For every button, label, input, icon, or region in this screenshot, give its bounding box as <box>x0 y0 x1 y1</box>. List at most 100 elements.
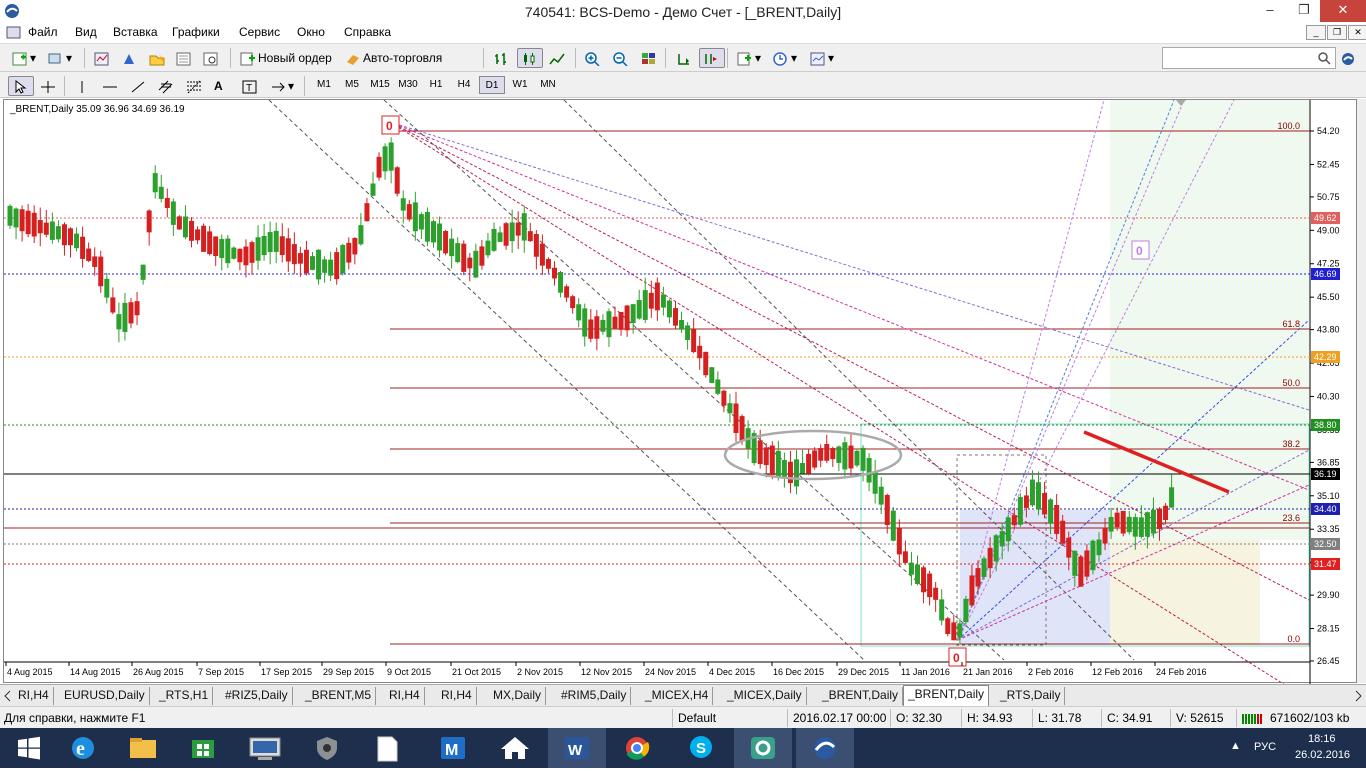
tab-chart[interactable]: _MICEX,H4 <box>641 687 714 705</box>
menu-help[interactable]: Справка <box>344 25 391 39</box>
menu-file[interactable]: Файл <box>28 25 58 39</box>
new-order-button[interactable]: Новый ордер <box>236 48 336 68</box>
tab-chart[interactable]: RI,H4 <box>14 687 54 705</box>
menu-view[interactable]: Вид <box>75 25 97 39</box>
explorer-taskbar-icon[interactable] <box>114 728 172 768</box>
bar-chart-button[interactable] <box>489 48 515 68</box>
document-taskbar-icon[interactable] <box>358 728 416 768</box>
candle-body <box>509 222 515 242</box>
mdi-restore-button[interactable]: ❐ <box>1327 25 1347 40</box>
tray-time[interactable]: 18:16 <box>1308 733 1336 745</box>
new-chart-button[interactable]: ▾ <box>8 48 40 68</box>
tf-m1[interactable]: M1 <box>311 76 337 94</box>
vertical-line-tool[interactable] <box>70 76 96 96</box>
tray-language[interactable]: РУС <box>1254 741 1276 753</box>
channel-tool[interactable] <box>154 76 180 96</box>
zoom-out-button[interactable] <box>609 48 635 68</box>
tray-date[interactable]: 26.02.2016 <box>1295 749 1350 761</box>
line-chart-button[interactable] <box>545 48 571 68</box>
tab-chart[interactable]: RI,H4 <box>437 687 477 705</box>
chart-shift-button[interactable] <box>699 48 725 68</box>
tf-mn[interactable]: MN <box>535 76 561 94</box>
metatrader-taskbar-icon[interactable] <box>796 728 854 768</box>
skype-taskbar-icon[interactable]: S <box>672 728 730 768</box>
price-tick-label: 33.35 <box>1317 524 1340 534</box>
tab-chart[interactable]: _RTS,H1 <box>155 687 214 705</box>
lenovo-taskbar-icon[interactable] <box>236 728 294 768</box>
price-chart[interactable]: 100.0 61.8 50.0 38.2 23.6 0.0 0 0 0 _BRENT,Daily … <box>4 100 1358 684</box>
home-taskbar-icon[interactable] <box>486 728 544 768</box>
trendline-tool[interactable] <box>126 76 152 96</box>
tray-arrow-icon[interactable]: ▲ <box>1230 740 1241 752</box>
market-watch-button[interactable] <box>90 48 116 68</box>
tab-chart[interactable]: MX,Daily <box>489 687 547 705</box>
cursor-tool[interactable] <box>8 76 34 96</box>
tf-m5[interactable]: M5 <box>339 76 365 94</box>
tab-chart[interactable]: RI,H4 <box>385 687 425 705</box>
terminal-button[interactable] <box>172 48 198 68</box>
vertical-scrollbar[interactable] <box>1357 99 1366 683</box>
auto-trading-button[interactable]: Авто-торговля <box>341 48 446 68</box>
store-taskbar-icon[interactable] <box>174 728 232 768</box>
tab-chart[interactable]: _BRENT,Daily <box>818 687 904 705</box>
text-tool[interactable]: A <box>210 76 227 96</box>
tf-w1[interactable]: W1 <box>507 76 533 94</box>
maximize-button[interactable]: ❐ <box>1287 0 1321 22</box>
security-taskbar-icon[interactable] <box>298 728 356 768</box>
tf-m30[interactable]: M30 <box>395 76 421 94</box>
search-input[interactable] <box>1162 47 1336 69</box>
candle-body <box>1084 550 1090 577</box>
menu-tools[interactable]: Сервис <box>239 25 280 39</box>
data-window-button[interactable] <box>118 48 144 68</box>
quik-taskbar-icon[interactable] <box>734 728 792 768</box>
tab-chart-active[interactable]: _BRENT,Daily <box>903 685 990 706</box>
minimize-button[interactable]: – <box>1253 0 1287 22</box>
mail-taskbar-icon[interactable]: M <box>424 728 482 768</box>
start-button[interactable] <box>0 728 58 768</box>
tf-h1[interactable]: H1 <box>423 76 449 94</box>
zoom-in-button[interactable] <box>581 48 607 68</box>
horizontal-line-tool[interactable] <box>98 76 124 96</box>
mdi-close-button[interactable]: ✕ <box>1348 25 1366 40</box>
tab-chart[interactable]: #RIM5,Daily <box>557 687 632 705</box>
indicators-button[interactable]: ▾ <box>733 48 765 68</box>
fibonacci-tool[interactable] <box>182 76 208 96</box>
candle-body <box>225 238 231 264</box>
tf-m15[interactable]: M15 <box>367 76 393 94</box>
chrome-taskbar-icon[interactable] <box>608 728 666 768</box>
auto-scroll-button[interactable] <box>671 48 697 68</box>
text-label-tool[interactable]: T <box>238 76 264 96</box>
tab-chart[interactable]: _RTS,Daily <box>996 687 1066 705</box>
templates-button[interactable]: ▾ <box>806 48 838 68</box>
navigator-button[interactable] <box>145 48 171 68</box>
tabs-scroll-left-icon[interactable] <box>2 689 14 703</box>
ie-taskbar-icon[interactable]: e <box>54 728 112 768</box>
tab-chart[interactable]: _MICEX,Daily <box>723 687 807 705</box>
tile-windows-button[interactable] <box>637 48 663 68</box>
tf-h4[interactable]: H4 <box>451 76 477 94</box>
strategy-tester-button[interactable] <box>199 48 225 68</box>
candle-chart-button[interactable] <box>517 48 543 68</box>
mdi-minimize-button[interactable]: _ <box>1306 25 1326 40</box>
status-traffic: 671602/103 kb <box>1270 711 1350 725</box>
tab-chart[interactable]: _BRENT,M5 <box>301 687 377 705</box>
periods-button[interactable]: ▾ <box>769 48 801 68</box>
candle-body <box>836 446 842 463</box>
arrows-tool[interactable]: ▾ <box>266 76 298 96</box>
close-button[interactable]: ✕ <box>1320 0 1366 22</box>
menu-charts[interactable]: Графики <box>172 25 220 39</box>
profiles-button[interactable]: ▾ <box>44 48 76 68</box>
menu-window[interactable]: Окно <box>297 25 325 39</box>
tf-d1[interactable]: D1 <box>479 76 505 94</box>
tab-chart[interactable]: #RIZ5,Daily <box>221 687 293 705</box>
tabs-scroll-right-icon[interactable] <box>1352 689 1364 703</box>
tab-chart[interactable]: EURUSD,Daily <box>60 687 150 705</box>
community-icon[interactable] <box>1340 51 1356 67</box>
date-tick-label: 9 Oct 2015 <box>387 667 431 677</box>
menu-insert[interactable]: Вставка <box>113 25 158 39</box>
chart-window[interactable]: 100.0 61.8 50.0 38.2 23.6 0.0 0 0 0 _BRENT,Daily … <box>3 99 1358 684</box>
candle-body <box>1066 537 1072 558</box>
window-title: 740541: BCS-Demo - Демо Счет - [_BRENT,D… <box>524 4 842 20</box>
crosshair-tool[interactable] <box>36 76 62 96</box>
word-taskbar-icon[interactable]: W <box>548 728 606 768</box>
